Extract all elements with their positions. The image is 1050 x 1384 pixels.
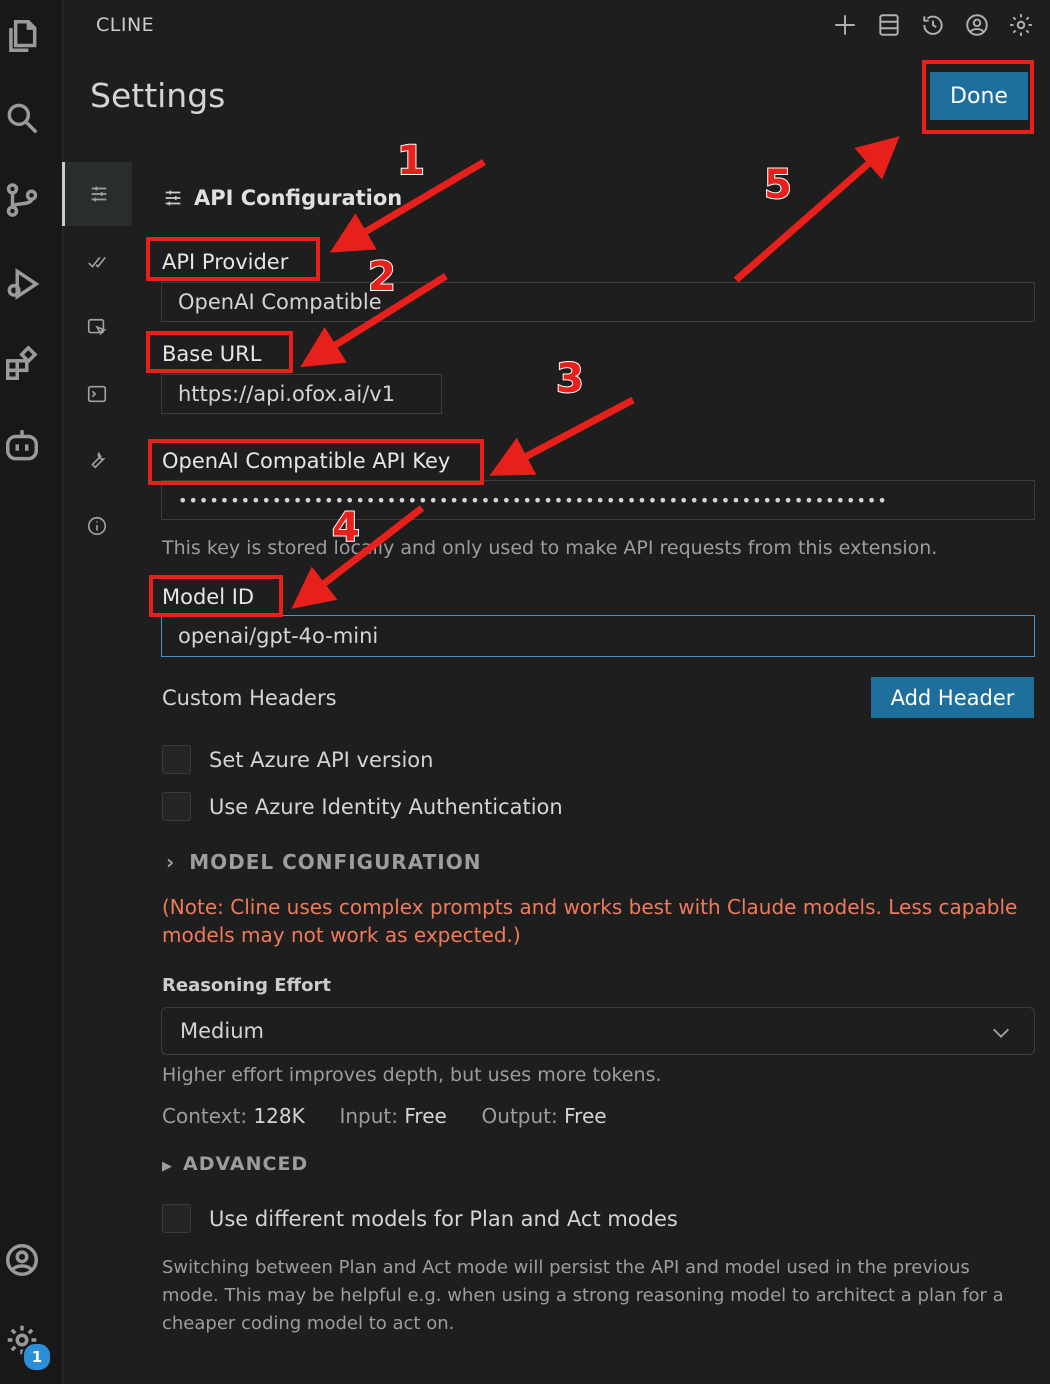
model-stats: Context: 128K Input: Free Output: Free	[162, 1104, 607, 1128]
output-value: Free	[564, 1104, 607, 1128]
sliders-icon	[91, 186, 106, 202]
gear-icon[interactable]	[1006, 10, 1036, 40]
provider-highlight-box	[146, 237, 320, 281]
step-number-1: 1	[396, 137, 426, 185]
reasoning-select[interactable]: Medium	[161, 1007, 1035, 1055]
plan-act-help: Switching between Plan and Act mode will…	[162, 1257, 1004, 1334]
context-value: 128K	[253, 1104, 305, 1128]
api-key-help: This key is stored locally and only used…	[162, 537, 938, 559]
chevron-right-icon: ›	[166, 850, 176, 874]
source-control-icon[interactable]	[0, 178, 44, 222]
arrow-3	[489, 396, 635, 476]
sliders-icon	[165, 190, 181, 206]
step-number-5: 5	[763, 161, 793, 209]
triangle-right-icon: ▶	[162, 1159, 173, 1174]
history-icon[interactable]	[918, 10, 948, 40]
model-note: (Note: Cline uses complex prompts and wo…	[162, 895, 1018, 947]
advanced-label: ADVANCED	[183, 1153, 309, 1175]
model-config-toggle[interactable]: › MODEL CONFIGURATION	[166, 850, 481, 874]
step-number-2: 2	[367, 253, 397, 301]
features-tab[interactable]	[62, 230, 132, 294]
plus-icon[interactable]	[830, 10, 860, 40]
arrow-5	[733, 136, 900, 283]
api-provider-select[interactable]: OpenAI Compatible	[161, 282, 1035, 322]
info-icon	[87, 516, 107, 536]
step-number-3: 3	[555, 355, 585, 403]
reasoning-value: Medium	[180, 1019, 264, 1043]
about-tab[interactable]	[62, 494, 132, 558]
model-id-highlight-box	[149, 575, 283, 617]
api-key-highlight-box	[148, 439, 484, 485]
reasoning-help: Higher effort improves depth, but uses m…	[162, 1064, 662, 1086]
base-url-input[interactable]: https://api.ofox.ai/v1	[161, 374, 442, 414]
terminal-icon	[87, 385, 107, 403]
advanced-toggle[interactable]: ▶ ADVANCED	[162, 1153, 308, 1175]
output-label: Output:	[481, 1104, 558, 1128]
azure-version-checkbox[interactable]	[162, 745, 191, 774]
account-icon[interactable]	[962, 10, 992, 40]
chevron-down-icon	[993, 1028, 1009, 1038]
database-icon[interactable]	[874, 10, 904, 40]
search-icon[interactable]	[0, 96, 44, 140]
files-icon[interactable]	[0, 14, 44, 58]
reasoning-label: Reasoning Effort	[162, 975, 331, 996]
input-label: Input:	[339, 1104, 398, 1128]
custom-headers-label: Custom Headers	[162, 686, 337, 710]
section-title: API Configuration	[194, 186, 403, 210]
account-icon[interactable]	[0, 1238, 44, 1282]
plan-act-label: Use different models for Plan and Act mo…	[209, 1207, 678, 1231]
input-value: Free	[404, 1104, 447, 1128]
cline-icon[interactable]	[0, 424, 44, 468]
section-header: API Configuration	[162, 186, 402, 210]
add-header-button[interactable]: Add Header	[871, 677, 1034, 718]
model-config-label: MODEL CONFIGURATION	[189, 850, 482, 874]
panel-title: CLINE	[96, 14, 155, 36]
wrench-icon	[91, 452, 106, 469]
page-title: Settings	[90, 76, 226, 115]
extensions-icon[interactable]	[0, 342, 44, 386]
base-url-highlight-box	[146, 331, 293, 373]
run-debug-icon[interactable]	[0, 262, 44, 306]
model-id-input[interactable]: openai/gpt-4o-mini	[161, 615, 1035, 657]
api-config-tab[interactable]	[62, 162, 132, 226]
api-key-input[interactable]: ••••••••••••••••••••••••••••••••••••••••…	[161, 480, 1035, 520]
azure-version-label: Set Azure API version	[209, 748, 434, 772]
debug-tab[interactable]	[62, 428, 132, 492]
top-toolbar	[830, 10, 1036, 40]
activity-bar: 1	[0, 0, 63, 1384]
azure-identity-label: Use Azure Identity Authentication	[209, 795, 563, 819]
cursor-icon	[87, 318, 107, 336]
azure-identity-checkbox[interactable]	[162, 792, 191, 821]
browser-tab[interactable]	[62, 296, 132, 360]
context-label: Context:	[162, 1104, 248, 1128]
notification-badge: 1	[22, 1342, 52, 1372]
check-icon	[88, 256, 106, 268]
terminal-tab[interactable]	[62, 362, 132, 426]
step-number-4: 4	[331, 504, 361, 552]
plan-act-checkbox[interactable]	[162, 1204, 191, 1233]
done-highlight-box	[922, 60, 1034, 134]
